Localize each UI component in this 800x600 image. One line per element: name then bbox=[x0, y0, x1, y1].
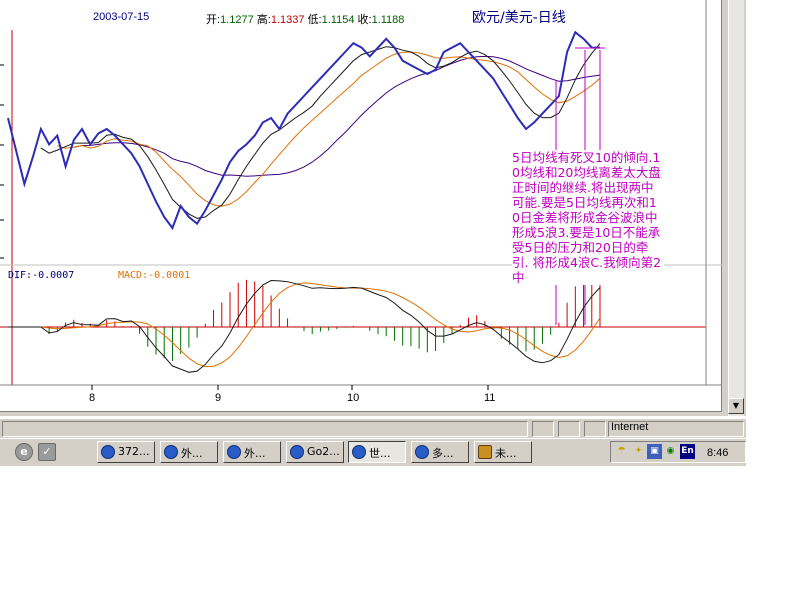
chart-date: 2003-07-15 bbox=[93, 11, 150, 23]
ie-icon[interactable]: e bbox=[15, 443, 33, 461]
ie-icon bbox=[101, 445, 115, 459]
dif-readout: DIF:-0.0007 bbox=[8, 270, 74, 281]
scroll-down-button[interactable]: ▼ bbox=[728, 398, 744, 414]
macd-value: -0.0001 bbox=[148, 270, 191, 281]
analysis-annotation: 5日均线有死叉10的倾向.10均线和20均线离差太大盘正时间的继续.将出现两中可… bbox=[512, 150, 664, 285]
x-tick-label: 10 bbox=[347, 392, 360, 404]
ie-icon bbox=[415, 445, 429, 459]
security-zone-label: Internet bbox=[611, 421, 649, 433]
ohlc-readout: 开:1.1277 高:1.1337 低:1.1154 收:1.1188 bbox=[206, 11, 404, 27]
status-cell bbox=[584, 421, 606, 437]
vertical-scrollbar[interactable] bbox=[728, 0, 744, 416]
ie-icon bbox=[227, 445, 241, 459]
monitor-icon[interactable]: ▣ bbox=[647, 444, 662, 459]
language-indicator[interactable]: En bbox=[680, 444, 695, 459]
taskbar-button[interactable]: 372... bbox=[97, 441, 155, 463]
taskbar-button-active[interactable]: 世... bbox=[348, 441, 406, 463]
open-label: 开: bbox=[206, 14, 221, 26]
ie-icon bbox=[164, 445, 178, 459]
paint-icon bbox=[478, 445, 492, 459]
x-tick-label: 8 bbox=[89, 392, 96, 404]
taskbar-button[interactable]: 多... bbox=[411, 441, 469, 463]
low-value: 1.1154 bbox=[321, 14, 355, 26]
taskbar-button[interactable]: 外... bbox=[160, 441, 218, 463]
globe-icon[interactable]: ◉ bbox=[663, 444, 678, 459]
dif-label: DIF: bbox=[8, 270, 33, 281]
close-label: 收: bbox=[357, 14, 372, 26]
macd-readout: MACD:-0.0001 bbox=[118, 270, 190, 281]
lightbulb-icon[interactable]: ✦ bbox=[631, 444, 646, 459]
ie-icon bbox=[290, 445, 304, 459]
taskbar-button[interactable]: Go2... bbox=[286, 441, 344, 463]
status-cell bbox=[558, 421, 580, 437]
x-tick-label: 9 bbox=[215, 392, 222, 404]
umbrella-icon[interactable]: ☂ bbox=[614, 444, 629, 459]
clock: 8:46 bbox=[707, 447, 729, 459]
open-value: 1.1277 bbox=[220, 14, 254, 26]
high-label: 高: bbox=[256, 14, 271, 26]
x-tick-label: 11 bbox=[484, 392, 496, 404]
close-value: 1.1188 bbox=[371, 14, 405, 26]
ie-icon bbox=[352, 445, 366, 459]
taskbar-button[interactable]: 外... bbox=[223, 441, 281, 463]
chart-title: 欧元/美元-日线 bbox=[472, 10, 566, 26]
low-label: 低: bbox=[307, 14, 322, 26]
status-message-cell bbox=[2, 421, 528, 437]
dif-value: -0.0007 bbox=[32, 270, 75, 281]
status-cell bbox=[532, 421, 554, 437]
taskbar-button[interactable]: 未... bbox=[474, 441, 532, 463]
desktop-icon[interactable]: ✓ bbox=[38, 443, 56, 461]
macd-label: MACD: bbox=[118, 270, 149, 281]
high-value: 1.1337 bbox=[270, 14, 305, 26]
